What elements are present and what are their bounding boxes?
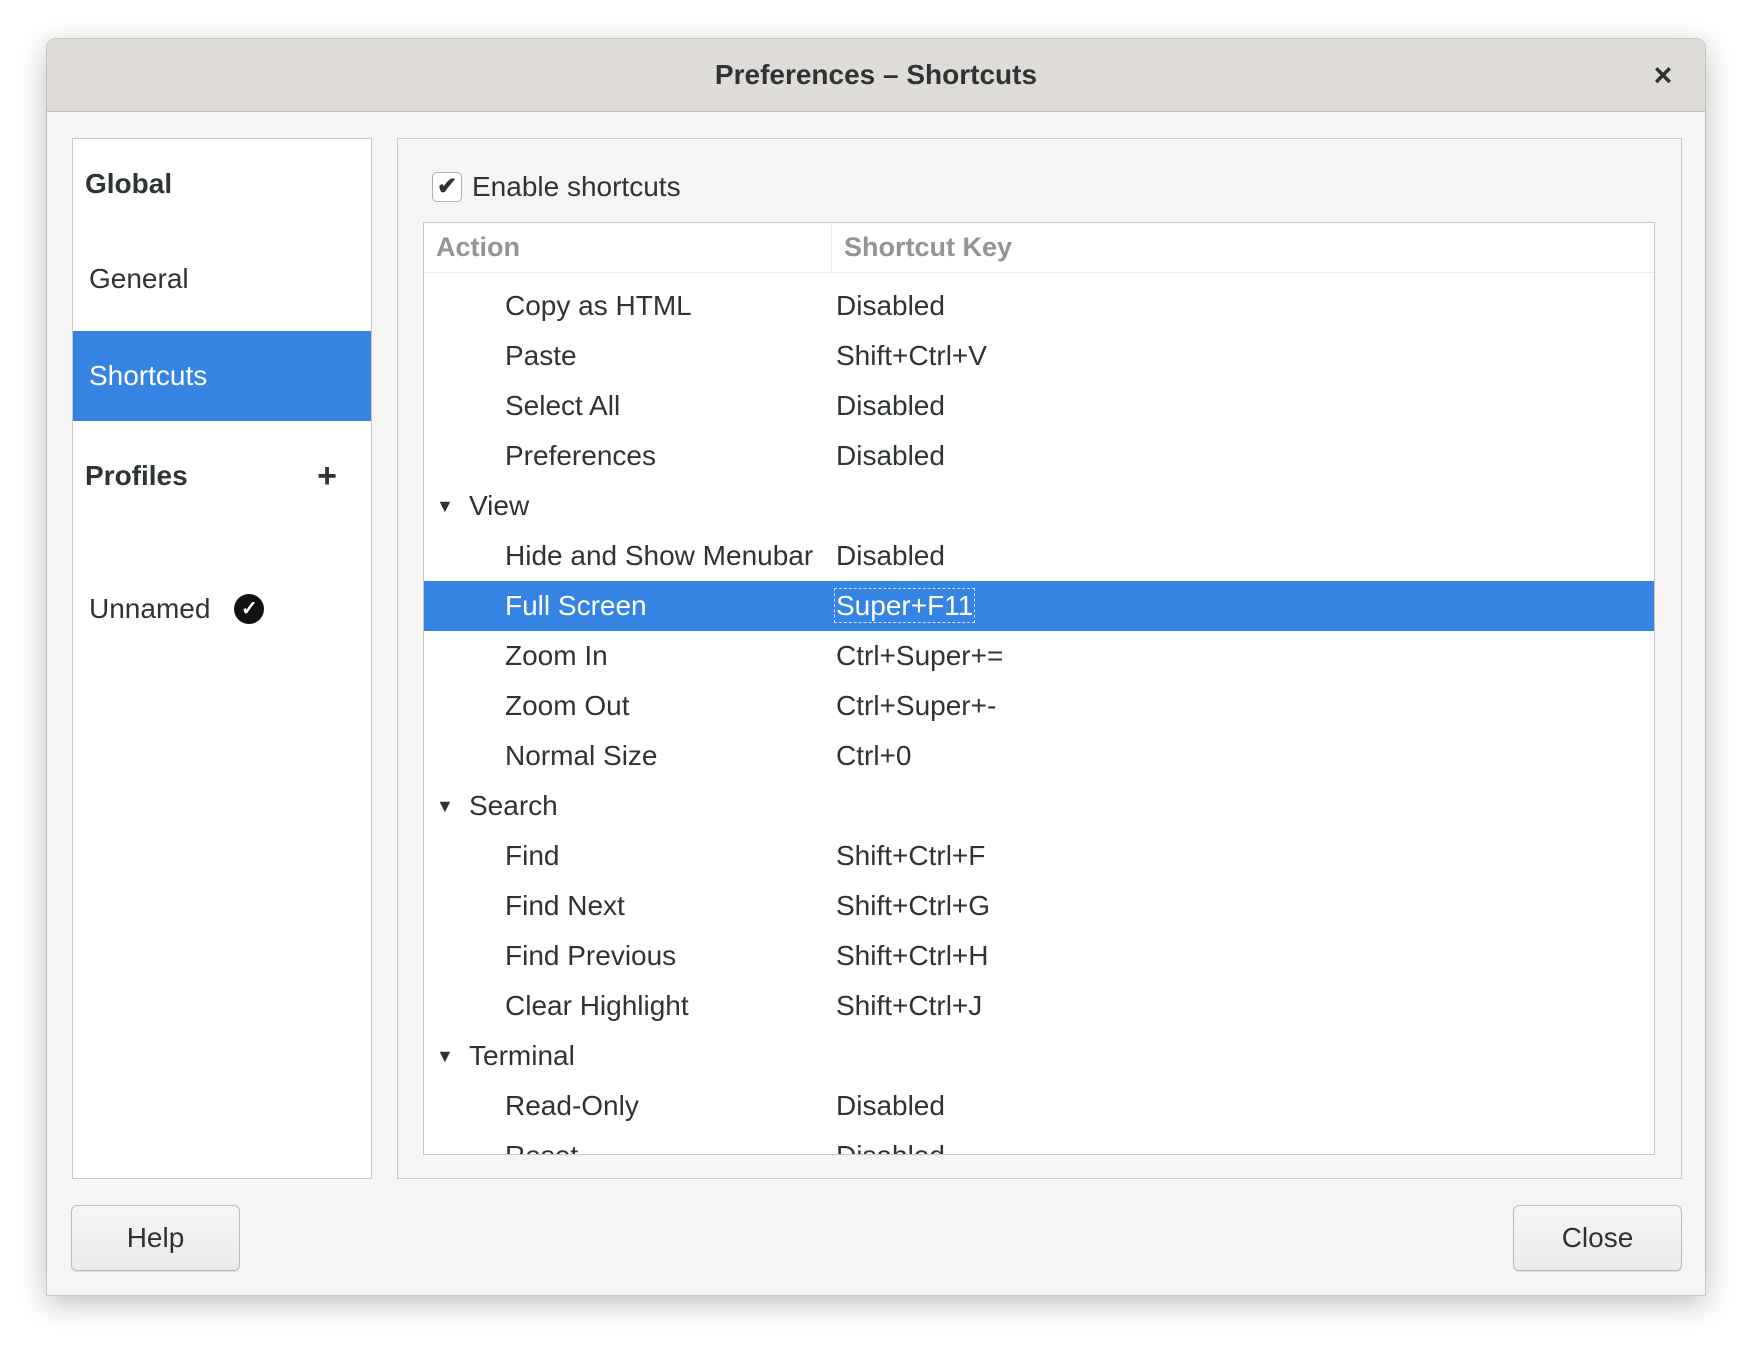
action-cell: Copy as HTML	[505, 290, 692, 321]
action-cell: Preferences	[505, 440, 656, 471]
table-row[interactable]: Find Shift+Ctrl+F	[424, 831, 1654, 881]
shortcut-key-text: Shift+Ctrl+G	[836, 890, 991, 921]
table-row[interactable]: Select All Disabled	[424, 381, 1654, 431]
shortcut-key-text: Shift+Ctrl+F	[836, 840, 986, 871]
close-button[interactable]: Close	[1513, 1205, 1682, 1271]
tree-group-row[interactable]: ▼ Terminal	[424, 1031, 1654, 1081]
expander-down-icon[interactable]: ▼	[436, 496, 454, 517]
profiles-label: Profiles	[85, 460, 188, 491]
shortcut-key-text: Shift+Ctrl+V	[836, 340, 987, 371]
enable-shortcuts-label: Enable shortcuts	[472, 171, 681, 202]
shortcut-key-cell[interactable]: Ctrl+Super+-	[832, 690, 996, 722]
profile-name: Unnamed	[89, 593, 211, 624]
table-row[interactable]: Zoom In Ctrl+Super+=	[424, 631, 1654, 681]
table-row[interactable]: Reset Disabled	[424, 1131, 1654, 1154]
shortcut-key-cell[interactable]: Disabled	[832, 390, 945, 422]
table-row[interactable]: Preferences Disabled	[424, 431, 1654, 481]
group-label: Terminal	[469, 1040, 575, 1071]
expander-down-icon[interactable]: ▼	[436, 796, 454, 817]
action-cell: Normal Size	[505, 740, 658, 771]
shortcut-key-cell[interactable]: Ctrl+0	[832, 740, 911, 772]
sidebar-item-general[interactable]: General	[73, 244, 371, 314]
action-cell: Find Previous	[505, 940, 677, 971]
default-profile-check-icon: ✓	[234, 594, 265, 624]
action-cell: Reset	[424, 1140, 832, 1154]
table-row[interactable]: Paste Shift+Ctrl+V	[424, 331, 1654, 381]
group-label: Search	[469, 790, 558, 821]
action-cell: Full Screen	[505, 590, 647, 621]
shortcuts-panel: ✔ Enable shortcuts Action Shortcut Key C…	[397, 138, 1682, 1179]
action-cell: Find	[505, 840, 560, 871]
shortcut-key-text: Disabled	[836, 1090, 945, 1121]
tree-rows: Copy as HTML Disabled Paste Shift+Ctrl+V Sel…	[424, 273, 1654, 1154]
shortcut-key-text: Disabled	[836, 390, 945, 421]
shortcut-key-text: Disabled	[836, 440, 945, 471]
shortcut-key-cell[interactable]: Ctrl+Super+=	[832, 640, 1003, 672]
help-button[interactable]: Help	[71, 1205, 240, 1271]
title-bar: Preferences – Shortcuts ×	[47, 39, 1705, 112]
shortcut-key-cell[interactable]: Shift+Ctrl+G	[832, 890, 990, 922]
tree-header: Action Shortcut Key	[424, 223, 1654, 273]
shortcut-key-text: Disabled	[836, 540, 945, 571]
action-cell: Read-Only	[505, 1090, 639, 1121]
action-cell: Paste	[505, 340, 577, 371]
shortcut-key-cell[interactable]: Shift+Ctrl+V	[832, 340, 987, 372]
shortcut-key-text: Super+F11	[833, 588, 976, 623]
window-title: Preferences – Shortcuts	[714, 59, 1038, 90]
shortcut-key-text: Shift+Ctrl+J	[836, 990, 983, 1021]
sidebar-heading-profiles: Profiles +	[73, 451, 371, 501]
action-cell: Find Next	[505, 890, 625, 921]
shortcut-key-cell[interactable]: Disabled	[832, 290, 945, 322]
shortcut-key-cell[interactable]: Disabled	[832, 1090, 945, 1122]
shortcut-key-text: Shift+Ctrl+H	[836, 940, 989, 971]
checkbox-check-icon[interactable]: ✔	[432, 172, 462, 202]
table-row[interactable]: Normal Size Ctrl+0	[424, 731, 1654, 781]
preferences-dialog: Preferences – Shortcuts × Global General…	[46, 38, 1706, 1296]
shortcut-key-text: Ctrl+0	[836, 740, 912, 771]
table-row[interactable]: Clear Highlight Shift+Ctrl+J	[424, 981, 1654, 1031]
shortcut-key-cell[interactable]: Disabled	[832, 540, 945, 572]
add-profile-icon[interactable]: +	[317, 457, 337, 496]
sidebar-heading-global: Global	[85, 168, 173, 199]
shortcut-key-cell[interactable]: Super+F11	[832, 588, 976, 623]
shortcut-key-cell[interactable]: Shift+Ctrl+F	[832, 840, 985, 872]
close-icon[interactable]: ×	[1643, 55, 1683, 95]
column-header-action[interactable]: Action	[424, 223, 832, 272]
table-row[interactable]: Full Screen Super+F11	[424, 581, 1654, 631]
table-row[interactable]: Read-Only Disabled	[424, 1081, 1654, 1131]
shortcut-key-text: Ctrl+Super+=	[836, 640, 1004, 671]
action-cell: Zoom Out	[505, 690, 630, 721]
shortcut-key-text: Disabled	[836, 290, 945, 321]
shortcut-key-cell[interactable]: Shift+Ctrl+H	[832, 940, 989, 972]
column-header-shortcut-key[interactable]: Shortcut Key	[832, 223, 1012, 272]
action-cell: Zoom In	[505, 640, 608, 671]
sidebar: Global General Shortcuts Profiles + Unna…	[72, 138, 372, 1179]
table-row[interactable]: Copy as HTML Disabled	[424, 281, 1654, 331]
action-cell: Hide and Show Menubar	[505, 540, 814, 571]
table-row[interactable]: Find Previous Shift+Ctrl+H	[424, 931, 1654, 981]
group-label: View	[469, 490, 530, 521]
table-row[interactable]: Hide and Show Menubar Disabled	[424, 531, 1654, 581]
table-row[interactable]: Zoom Out Ctrl+Super+-	[424, 681, 1654, 731]
shortcut-key-text: Disabled	[836, 1140, 945, 1154]
tree-group-row[interactable]: ▼ Search	[424, 781, 1654, 831]
expander-down-icon[interactable]: ▼	[436, 1046, 454, 1067]
table-row[interactable]: Find Next Shift+Ctrl+G	[424, 881, 1654, 931]
shortcuts-tree[interactable]: Action Shortcut Key Copy as HTML Disabled…	[423, 222, 1655, 1155]
action-cell: Select All	[505, 390, 621, 421]
action-cell: Clear Highlight	[505, 990, 689, 1021]
tree-group-row[interactable]: ▼ View	[424, 481, 1654, 531]
sidebar-item-shortcuts[interactable]: Shortcuts	[73, 331, 371, 421]
enable-shortcuts-checkbox[interactable]: ✔ Enable shortcuts	[432, 171, 681, 203]
shortcut-key-cell[interactable]: Shift+Ctrl+J	[832, 990, 982, 1022]
shortcut-key-cell[interactable]: Disabled	[832, 1140, 945, 1154]
shortcut-key-text: Ctrl+Super+-	[836, 690, 997, 721]
sidebar-item-profile-unnamed[interactable]: Unnamed ✓	[73, 574, 371, 644]
shortcut-key-cell[interactable]: Disabled	[832, 440, 945, 472]
